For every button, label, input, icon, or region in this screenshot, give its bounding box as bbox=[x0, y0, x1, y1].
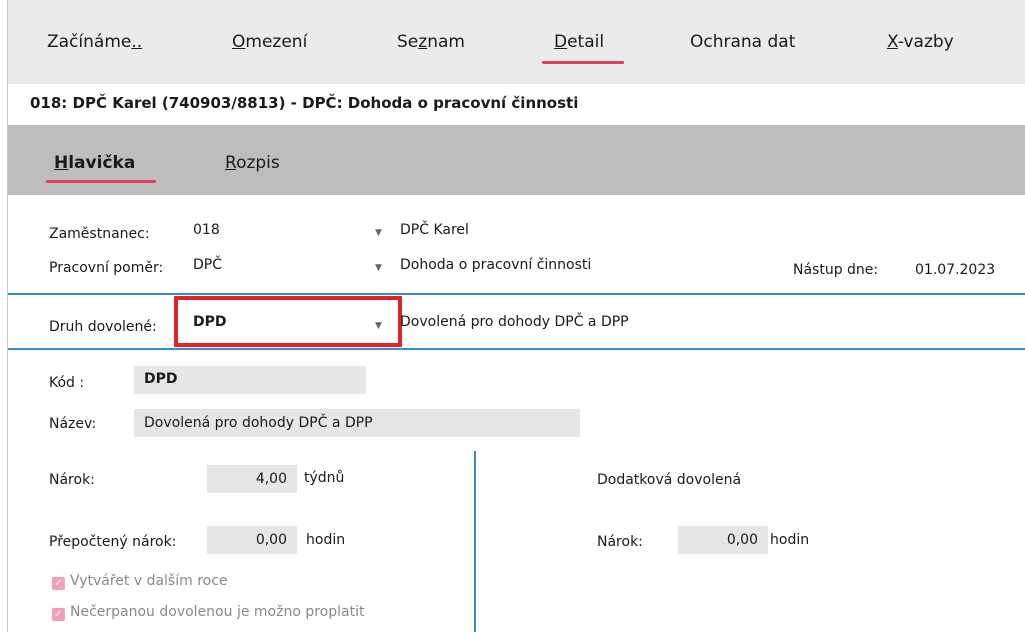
employee-name: DPČ Karel bbox=[400, 222, 469, 238]
check-icon[interactable]: ✓ bbox=[52, 577, 65, 590]
employee-label: Zaměstnanec: bbox=[49, 226, 150, 242]
section-divider-bottom bbox=[8, 348, 1025, 350]
extra-claim-label: Nárok: bbox=[597, 534, 643, 550]
menu-item-detail[interactable]: Detail bbox=[554, 32, 604, 52]
relation-label: Pracovní poměr: bbox=[49, 260, 164, 276]
recalc-claim-label: Přepočtený nárok: bbox=[49, 534, 177, 550]
menu-item-label: Začínáme bbox=[47, 32, 132, 52]
tab-rozpis[interactable]: Rozpis bbox=[225, 153, 280, 173]
record-title: 018: DPČ Karel (740903/8813) - DPČ: Doho… bbox=[30, 94, 579, 112]
menu-item-accesskey: X bbox=[887, 32, 898, 52]
menu-item-zaciname[interactable]: Začínáme.. bbox=[47, 32, 142, 52]
menu-item-label-rest: etail bbox=[567, 32, 605, 52]
claim-unit: týdnů bbox=[304, 470, 345, 486]
menu-item-ochrana-dat[interactable]: Ochrana dat bbox=[690, 32, 795, 52]
start-date-value: 01.07.2023 bbox=[915, 262, 996, 278]
code-label: Kód : bbox=[49, 375, 85, 391]
tab-accesskey: H bbox=[54, 153, 69, 173]
menu-item-label: Se bbox=[397, 32, 419, 52]
menu-item-label-rest: mezení bbox=[245, 32, 308, 52]
menu-item-omezeni[interactable]: Omezení bbox=[232, 32, 307, 52]
menu-active-indicator bbox=[542, 61, 624, 64]
top-menu-bar: Začínáme.. Omezení Seznam Detail Ochrana… bbox=[8, 0, 1025, 84]
menu-item-accesskey: D bbox=[554, 32, 568, 52]
sub-tab-bar: Hlavička Rozpis bbox=[8, 125, 1025, 195]
record-title-bar: 018: DPČ Karel (740903/8813) - DPČ: Doho… bbox=[8, 84, 1025, 125]
extra-claim-field[interactable]: 0,00 bbox=[678, 526, 768, 554]
section-divider-top bbox=[8, 293, 1025, 295]
column-divider bbox=[474, 451, 476, 632]
relation-name: Dohoda o pracovní činnosti bbox=[400, 257, 592, 273]
name-field[interactable]: Dovolená pro dohody DPČ a DPP bbox=[134, 409, 580, 437]
menu-item-accesskey: .. bbox=[131, 32, 143, 52]
extra-claim-unit: hodin bbox=[770, 532, 810, 548]
tab-accesskey: R bbox=[225, 153, 237, 173]
tab-label: ozpis bbox=[236, 153, 280, 173]
employee-combo[interactable]: 018 bbox=[193, 222, 220, 238]
leave-type-label: Druh dovolené: bbox=[49, 319, 157, 335]
highlight-box bbox=[174, 296, 402, 347]
checkbox-label-payout: Nečerpanou dovolenou je možno proplatit bbox=[70, 604, 365, 620]
tab-active-indicator bbox=[46, 180, 156, 183]
checkbox-label-next-year: Vytvářet v dalším roce bbox=[70, 573, 228, 589]
menu-item-label-rest: -vazby bbox=[897, 32, 954, 52]
menu-item-accesskey: z bbox=[418, 32, 428, 52]
menu-item-seznam[interactable]: Seznam bbox=[397, 32, 465, 52]
employee-dropdown-icon[interactable]: ▼ bbox=[375, 228, 382, 238]
menu-item-label: Ochrana dat bbox=[690, 32, 796, 52]
claim-label: Nárok: bbox=[49, 472, 95, 488]
code-field[interactable]: DPD bbox=[134, 366, 366, 394]
relation-combo[interactable]: DPČ bbox=[193, 257, 222, 273]
menu-item-label-rest: nam bbox=[427, 32, 465, 52]
window-left-margin bbox=[0, 0, 7, 632]
relation-dropdown-icon[interactable]: ▼ bbox=[375, 263, 382, 273]
start-date-label: Nástup dne: bbox=[793, 262, 879, 278]
menu-item-accesskey: O bbox=[232, 32, 246, 52]
recalc-claim-unit: hodin bbox=[306, 532, 346, 548]
claim-field[interactable]: 4,00 bbox=[207, 465, 297, 493]
tab-label: lavička bbox=[68, 153, 136, 173]
extra-leave-title: Dodatková dovolená bbox=[597, 472, 742, 488]
tab-hlavicka[interactable]: Hlavička bbox=[54, 153, 135, 173]
recalc-claim-field[interactable]: 0,00 bbox=[207, 526, 297, 554]
menu-item-x-vazby[interactable]: X-vazby bbox=[887, 32, 954, 52]
leave-type-name: Dovolená pro dohody DPČ a DPP bbox=[400, 314, 629, 330]
check-icon[interactable]: ✓ bbox=[52, 608, 65, 621]
name-label: Název: bbox=[49, 416, 97, 432]
